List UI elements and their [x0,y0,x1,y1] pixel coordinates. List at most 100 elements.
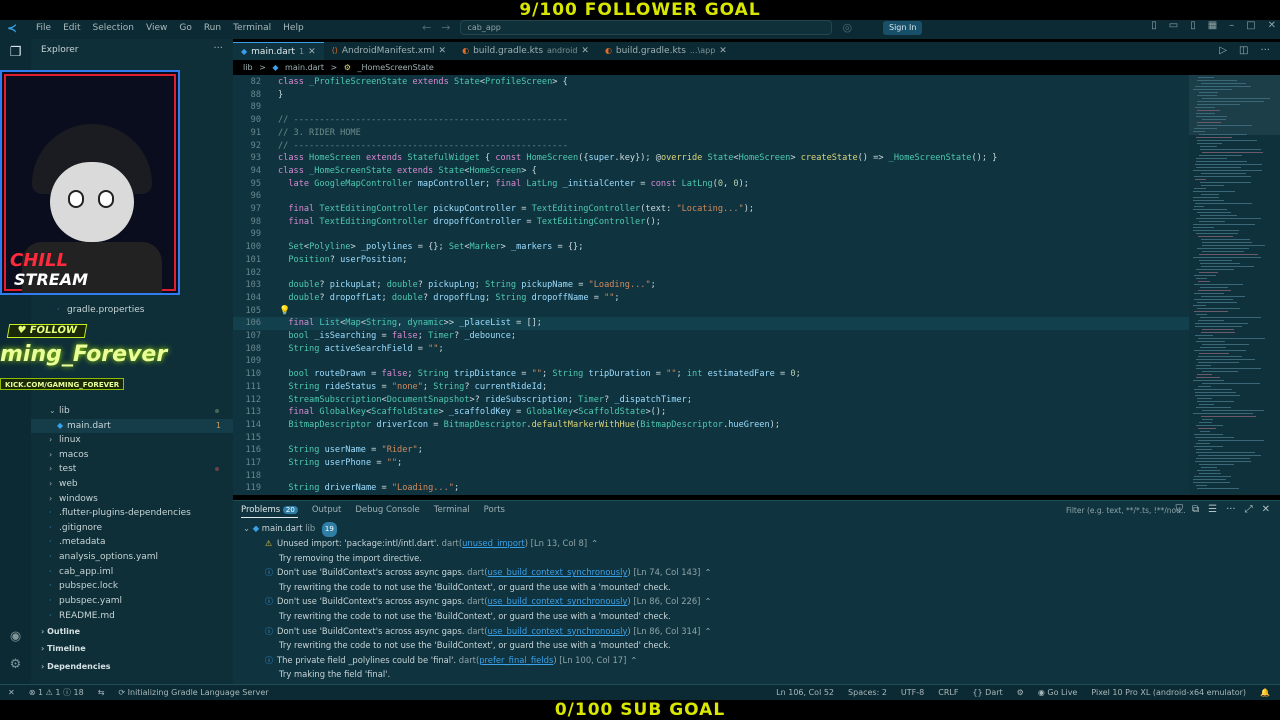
settings-gear-icon[interactable]: ⚙ [7,657,24,674]
command-center-search[interactable]: cab_app [460,20,833,35]
menu-edit[interactable]: Edit [63,23,80,33]
copy-icon[interactable]: ⧉ [1192,504,1199,515]
panel-tab[interactable]: Output [312,505,342,518]
editor-tab[interactable]: ◆ main.dart 1 ✕ [233,42,324,60]
lightbulb-icon[interactable]: 💡 [279,305,290,318]
lint-rule-link[interactable]: use_build_context_synchronously [488,596,628,606]
code-line[interactable]: 116 String userName = "Rider"; [233,444,1189,457]
problem-hint-row[interactable]: Try rewriting the code to not use the 'B… [233,638,1273,653]
code-line[interactable]: 114 BitmapDescriptor driverIcon = Bitmap… [233,419,1189,432]
code-line[interactable]: 113 final GlobalKey<ScaffoldState> _scaf… [233,406,1189,419]
tree-item[interactable]: › linux [31,433,233,447]
code-editor[interactable]: 82 class _ProfileScreenState extends Stat… [233,75,1189,495]
code-line[interactable]: 82 class _ProfileScreenState extends Stat… [233,76,1189,89]
problems-file-group[interactable]: ⌄ ◆ main.dart lib 19 [233,521,1273,537]
end-of-line[interactable]: CRLF [938,685,958,701]
editor-tab[interactable]: ◐ build.gradle.kts android ✕ [454,42,597,60]
problem-row[interactable]: ⓘ Don't use 'BuildContext's across async … [233,565,1273,580]
tree-item[interactable]: · cab_app.iml [31,565,233,579]
menu-view[interactable]: View [146,23,167,33]
panel-tab[interactable]: Terminal [434,505,470,518]
code-line[interactable]: 95 late GoogleMapController mapControlle… [233,178,1189,191]
problem-hint-row[interactable]: Try rewriting the code to not use the 'B… [233,580,1273,595]
dart-devtools-icon[interactable]: ⚙ [1017,685,1024,701]
code-line[interactable]: 117 String userPhone = ""; [233,457,1189,470]
problem-hint-row[interactable]: Try making the field 'final'. [233,667,1273,682]
problems-status[interactable]: ⊗ 1 ⚠ 1 ⓘ 18 [29,685,84,701]
layout-panel-icon[interactable]: ▭ [1169,20,1178,31]
cursor-position[interactable]: Ln 106, Col 52 [776,685,834,701]
code-line[interactable]: 106 final List<Map<String, dynamic>> _pl… [233,317,1189,330]
tree-item[interactable]: › web [31,477,233,491]
chevron-up-icon[interactable]: ⌃ [704,626,711,636]
code-line[interactable]: 111 String rideStatus = "none"; String? … [233,381,1189,394]
close-window-icon[interactable]: ✕ [1268,20,1276,31]
close-panel-icon[interactable]: ✕ [1262,504,1270,515]
code-line[interactable]: 96 [233,190,1189,203]
breadcrumb-lib[interactable]: lib [243,63,253,72]
ports-icon[interactable]: ⇆ [98,685,105,701]
outline-section[interactable]: › Outline [31,624,233,640]
run-debug-icon[interactable]: ▷ [1219,45,1227,56]
copilot-icon[interactable]: ◎ [842,21,852,34]
code-line[interactable]: 91 // 3. RIDER HOME [233,127,1189,140]
tree-item[interactable]: ◆ main.dart 1 [31,419,233,433]
account-icon[interactable]: ◉ [7,629,24,646]
code-line[interactable]: 118 [233,470,1189,483]
close-tab-icon[interactable]: ✕ [439,42,447,60]
tree-item[interactable]: · pubspec.yaml [31,594,233,608]
code-line[interactable]: 110 bool routeDrawn = false; String trip… [233,368,1189,381]
panel-tab[interactable]: Ports [484,505,505,518]
maximize-icon[interactable]: □ [1246,20,1255,31]
minimap[interactable] [1189,75,1280,495]
indent-spaces[interactable]: Spaces: 2 [848,685,887,701]
code-line[interactable]: 103 double? pickupLat; double? pickupLng… [233,279,1189,292]
problem-row[interactable]: ⓘ The private field _polylines could be '… [233,653,1273,668]
tree-item[interactable]: · analysis_options.yaml [31,550,233,564]
code-line[interactable]: 105 💡 [233,305,1189,318]
editor-tab[interactable]: ⟨⟩ AndroidManifest.xml ✕ [324,42,454,60]
more-actions-icon[interactable]: ··· [1260,45,1270,56]
code-line[interactable]: 89 [233,101,1189,114]
panel-tab[interactable]: Problems 20 [241,505,298,518]
menu-terminal[interactable]: Terminal [233,23,271,33]
breadcrumb-file[interactable]: main.dart [285,63,324,72]
close-tab-icon[interactable]: ✕ [308,43,316,61]
code-line[interactable]: 108 String activeSearchField = ""; [233,343,1189,356]
code-line[interactable]: 107 bool _isSearching = false; Timer? _d… [233,330,1189,343]
more-icon[interactable]: ··· [1226,504,1236,515]
tree-item[interactable]: · .flutter-plugins-dependencies [31,506,233,520]
code-line[interactable]: 102 [233,267,1189,280]
code-line[interactable]: 109 [233,355,1189,368]
chevron-up-icon[interactable]: ⌃ [591,538,598,548]
tree-item[interactable]: · pubspec.lock [31,579,233,593]
code-line[interactable]: 97 final TextEditingController pickupCon… [233,203,1189,216]
go-live-button[interactable]: ◉ Go Live [1038,685,1078,701]
gradle-task-status[interactable]: ⟳ Initializing Gradle Language Server [118,685,268,701]
remote-icon[interactable]: ✕ [8,685,15,701]
code-line[interactable]: 98 final TextEditingController dropoffCo… [233,216,1189,229]
chevron-up-icon[interactable]: ⌃ [630,655,637,665]
code-line[interactable]: 93 class HomeScreen extends StatefulWidge… [233,152,1189,165]
close-tab-icon[interactable]: ✕ [719,42,727,60]
list-view-icon[interactable]: ☰ [1208,504,1217,515]
lint-rule-link[interactable]: unused_import [462,538,525,548]
code-line[interactable]: 90 // -----------------------------------… [233,114,1189,127]
breadcrumb-symbol[interactable]: _HomeScreenState [357,63,433,72]
tree-item[interactable]: › windows [31,492,233,506]
chevron-up-icon[interactable]: ⌃ [704,596,711,606]
menu-run[interactable]: Run [204,23,221,33]
code-line[interactable]: 100 Set<Polyline> _polylines = {}; Set<M… [233,241,1189,254]
code-line[interactable]: 94 class _HomeScreenState extends State<H… [233,165,1189,178]
back-arrow-icon[interactable]: ← [422,21,431,34]
problem-hint-row[interactable]: Try rewriting the code to not use the 'B… [233,609,1273,624]
menu-file[interactable]: File [36,23,51,33]
forward-arrow-icon[interactable]: → [441,21,450,34]
menu-selection[interactable]: Selection [93,23,134,33]
code-line[interactable]: 88} [233,89,1189,102]
maximize-panel-icon[interactable]: ⤢ [1245,504,1253,515]
code-line[interactable]: 115 [233,432,1189,445]
timeline-section[interactable]: › Timeline [31,641,233,657]
code-line[interactable]: 92 // -----------------------------------… [233,140,1189,153]
layout-secondary-icon[interactable]: ▯ [1190,20,1196,31]
